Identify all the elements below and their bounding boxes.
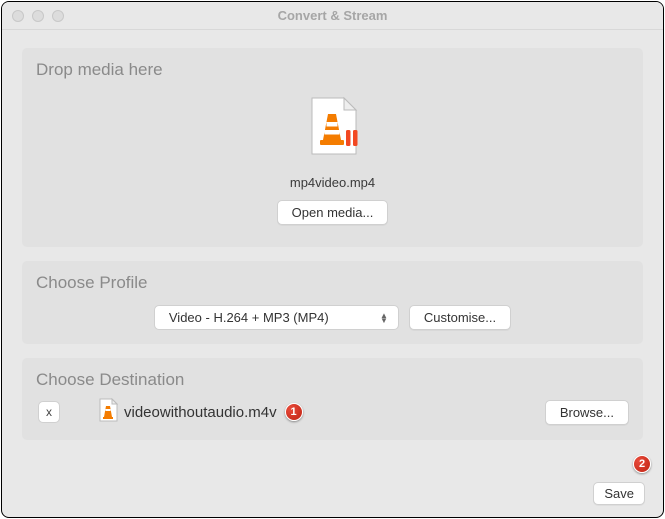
remove-destination-button[interactable]: x (38, 401, 60, 423)
window-title: Convert & Stream (2, 8, 663, 23)
destination-file: videowithoutaudio.m4v 1 (98, 398, 535, 426)
annotation-badge-2: 2 (633, 455, 651, 473)
choose-destination-heading: Choose Destination (36, 370, 629, 390)
drop-area[interactable]: mp4video.mp4 Open media... (36, 92, 629, 231)
media-file-icon (306, 96, 360, 161)
open-media-button[interactable]: Open media... (277, 200, 389, 225)
choose-destination-section: Choose Destination x videowithoutaudio.m… (22, 358, 643, 440)
profile-select[interactable]: Video - H.264 + MP3 (MP4) ▲▼ (154, 305, 399, 330)
select-arrows-icon: ▲▼ (380, 313, 388, 323)
dropped-file-name: mp4video.mp4 (36, 175, 629, 190)
footer: Save (593, 482, 645, 505)
drop-media-heading: Drop media here (36, 60, 629, 80)
titlebar: Convert & Stream (2, 2, 663, 30)
destination-filename: videowithoutaudio.m4v (124, 404, 277, 421)
customise-button[interactable]: Customise... (409, 305, 511, 330)
browse-button[interactable]: Browse... (545, 400, 629, 425)
choose-profile-heading: Choose Profile (36, 273, 629, 293)
content: Drop media here (2, 30, 663, 458)
convert-stream-window: Convert & Stream Drop media here (1, 1, 664, 518)
choose-profile-section: Choose Profile Video - H.264 + MP3 (MP4)… (22, 261, 643, 344)
save-button[interactable]: Save (593, 482, 645, 505)
drop-media-section: Drop media here (22, 48, 643, 247)
destination-file-icon (98, 398, 118, 426)
annotation-badge-1: 1 (285, 403, 303, 421)
profile-selected-label: Video - H.264 + MP3 (MP4) (169, 310, 329, 325)
